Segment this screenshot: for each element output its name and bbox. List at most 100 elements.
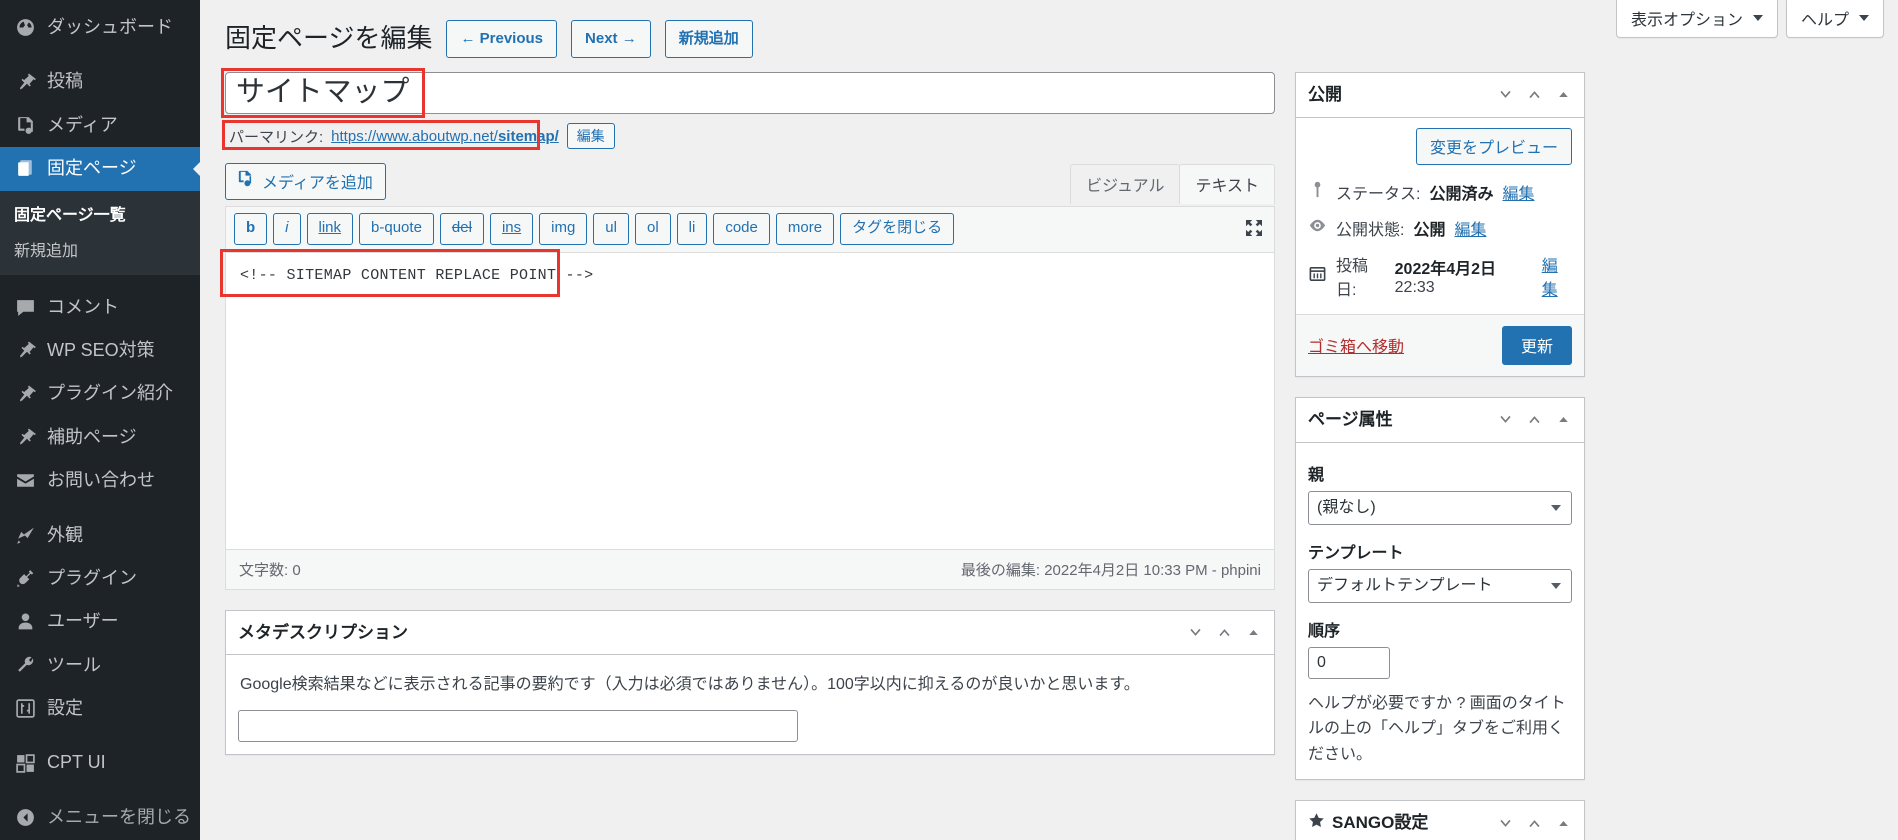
page-title-input[interactable]	[225, 72, 1275, 114]
parent-select[interactable]: (親なし)	[1308, 491, 1572, 525]
sidebar-item-plugin-intro[interactable]: プラグイン紹介	[0, 372, 200, 415]
edit-status-link[interactable]: 編集	[1502, 180, 1534, 204]
edit-date-link[interactable]: 編集	[1542, 252, 1572, 300]
quicktag-i[interactable]: i	[273, 213, 300, 245]
toggle-panel-icon[interactable]	[1555, 411, 1572, 428]
page-attributes-box: ページ属性 親 (親なし)	[1295, 397, 1585, 781]
sidebar-item-tools[interactable]: ツール	[0, 644, 200, 687]
screen-options-button[interactable]: 表示オプション	[1616, 0, 1778, 38]
quicktag-ol[interactable]: ol	[635, 213, 671, 245]
page-attributes-header: ページ属性	[1296, 398, 1584, 443]
sidebar-item-collapse-menu[interactable]: メニューを閉じる	[0, 796, 200, 839]
add-new-button[interactable]: 新規追加	[665, 20, 753, 58]
sidebar-item-media[interactable]: メディア	[0, 104, 200, 147]
update-button[interactable]: 更新	[1502, 326, 1572, 365]
sidebar-item-plugins[interactable]: プラグイン	[0, 557, 200, 600]
admin-sidebar: ダッシュボード 投稿 メディア 固定ページ 固定ページ一覧 新規追加	[0, 0, 200, 840]
preview-row: 変更をプレビュー	[1308, 128, 1572, 174]
sidebar-item-cpt-ui[interactable]: CPT UI	[0, 741, 200, 784]
pin-icon	[14, 71, 36, 93]
handle-actions	[1497, 411, 1572, 428]
template-select[interactable]: デフォルトテンプレート	[1308, 569, 1572, 603]
quicktag-img[interactable]: img	[539, 213, 587, 245]
editor-tabs: ビジュアル テキスト	[1071, 163, 1275, 203]
title-wrap	[225, 72, 1275, 114]
publish-box-inside: 変更をプレビュー ステータス: 公開済み 編集	[1296, 118, 1584, 306]
sidebar-item-posts[interactable]: 投稿	[0, 60, 200, 103]
move-down-icon[interactable]	[1526, 86, 1543, 103]
quicktag-del[interactable]: del	[440, 213, 484, 245]
order-input[interactable]	[1308, 647, 1390, 679]
move-down-icon[interactable]	[1216, 624, 1233, 641]
move-up-icon[interactable]	[1497, 86, 1514, 103]
toggle-panel-icon[interactable]	[1555, 86, 1572, 103]
editor-textarea-area[interactable]: <!-- SITEMAP CONTENT REPLACE POINT -->	[226, 253, 1274, 549]
publish-date-value: 2022年4月2日 22:33	[1395, 255, 1533, 297]
quicktag-link[interactable]: link	[307, 213, 354, 245]
tab-text[interactable]: テキスト	[1179, 164, 1275, 204]
sidebar-item-label: 外観	[47, 524, 83, 547]
edit-visibility-link[interactable]: 編集	[1454, 216, 1486, 240]
next-button[interactable]: Next →	[571, 20, 651, 58]
publish-major-actions: ゴミ箱へ移動 更新	[1296, 314, 1584, 376]
sidebar-item-appearance[interactable]: 外観	[0, 514, 200, 557]
sidebar-item-pages[interactable]: 固定ページ	[0, 147, 200, 190]
quicktag-b-quote[interactable]: b-quote	[359, 213, 434, 245]
permalink-link[interactable]: https://www.aboutwp.net/sitemap/	[331, 128, 559, 145]
permalink-label: パーマリンク:	[229, 126, 323, 147]
pin-status-icon	[1308, 180, 1327, 204]
toggle-panel-icon[interactable]	[1245, 624, 1262, 641]
sidebar-item-label: 設定	[47, 697, 83, 720]
sango-settings-title: SANGO設定	[1332, 811, 1428, 835]
quicktag-code[interactable]: code	[713, 213, 770, 245]
meta-description-inside: Google検索結果などに表示される記事の要約です（入力は必須ではありません）。…	[226, 655, 1274, 754]
sidebar-subitem-all-pages[interactable]: 固定ページ一覧	[0, 195, 200, 231]
sidebar-item-label: コメント	[47, 296, 119, 319]
pin-icon	[14, 426, 36, 448]
help-button[interactable]: ヘルプ	[1786, 0, 1884, 38]
sidebar-item-dashboard[interactable]: ダッシュボード	[0, 6, 200, 49]
move-down-icon[interactable]	[1526, 815, 1543, 832]
page-attributes-inside: 親 (親なし) テンプレート デフォルトテンプレート	[1296, 443, 1584, 780]
help-label: ヘルプ	[1801, 6, 1849, 30]
quicktag-more[interactable]: more	[776, 213, 834, 245]
move-up-icon[interactable]	[1497, 815, 1514, 832]
eye-icon	[1308, 216, 1327, 240]
quicktag-ins[interactable]: ins	[490, 213, 533, 245]
toggle-panel-icon[interactable]	[1555, 815, 1572, 832]
move-to-trash-link[interactable]: ゴミ箱へ移動	[1308, 333, 1404, 357]
sidebar-item-settings[interactable]: 設定	[0, 687, 200, 730]
previous-button[interactable]: ← Previous	[446, 20, 557, 58]
sidebar-item-users[interactable]: ユーザー	[0, 600, 200, 643]
fullscreen-icon[interactable]	[1244, 218, 1266, 240]
quicktag-ul[interactable]: ul	[593, 213, 629, 245]
meta-description-input[interactable]	[238, 710, 798, 742]
quicktag-b[interactable]: b	[234, 213, 267, 245]
permalink-base: https://www.aboutwp.net/	[331, 128, 498, 145]
editor-wrap: ビジュアル テキスト メディアを追加	[225, 163, 1275, 590]
meta-description-box: メタデスクリプション Google検索結果などに表示される記事の要約です（入力は…	[225, 610, 1275, 756]
sidebar-item-contact[interactable]: お問い合わせ	[0, 459, 200, 502]
preview-changes-button[interactable]: 変更をプレビュー	[1416, 128, 1572, 165]
sidebar-item-helper-pages[interactable]: 補助ページ	[0, 416, 200, 459]
quicktag-li[interactable]: li	[677, 213, 708, 245]
parent-label: 親	[1308, 461, 1572, 485]
add-media-button[interactable]: メディアを追加	[225, 163, 386, 200]
quicktag-close-tags[interactable]: タグを閉じる	[840, 213, 954, 245]
post-body-content: パーマリンク: https://www.aboutwp.net/sitemap/…	[225, 72, 1275, 775]
meta-description-title: メタデスクリプション	[238, 621, 408, 645]
sidebar-item-wp-seo[interactable]: WP SEO対策	[0, 329, 200, 372]
sidebar-item-comments[interactable]: コメント	[0, 286, 200, 329]
move-up-icon[interactable]	[1187, 624, 1204, 641]
chevron-down-icon	[1753, 15, 1763, 21]
tab-visual[interactable]: ビジュアル	[1070, 164, 1180, 204]
move-down-icon[interactable]	[1526, 411, 1543, 428]
sidebar-subitem-add-new[interactable]: 新規追加	[0, 231, 200, 267]
edit-slug-button[interactable]: 編集	[567, 123, 615, 149]
sidebar-separator	[0, 730, 200, 741]
sidebar-metaboxes: 公開 変更をプレビュー	[1295, 72, 1585, 840]
main-content-area: 表示オプション ヘルプ 固定ページを編集 ← Previous Next → 新…	[200, 0, 1898, 840]
move-up-icon[interactable]	[1497, 411, 1514, 428]
appearance-icon	[14, 524, 36, 546]
parent-select-wrap: (親なし)	[1308, 491, 1572, 525]
